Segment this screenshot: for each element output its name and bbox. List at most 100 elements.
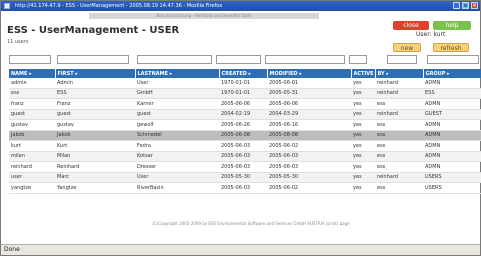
table-header-row: NAME ▸ FIRST ▸ LASTNAME ▸ CREATED ▸ MODI… — [9, 69, 481, 78]
table-cell: Marc — [55, 172, 135, 183]
minimize-icon[interactable]: _ — [453, 2, 460, 9]
filter-group[interactable] — [427, 55, 479, 64]
table-row[interactable]: guest guest guest 2004-02-19 2004-03-29 yes re… — [9, 109, 481, 120]
table-cell: reinhard — [375, 78, 423, 89]
col-modified-header[interactable]: MODIFIED ▸ — [267, 69, 352, 78]
filter-name[interactable] — [9, 55, 51, 64]
table-row[interactable]: franz Franz Karner 2005-06-06 2005-06-06 yes e… — [9, 98, 481, 110]
table-cell: 1970-01-01 — [219, 88, 267, 99]
table-cell[interactable]: gustav — [9, 119, 55, 131]
table-row[interactable]: jakob Jakob Schmedel 2005-06-08 2005-08-08 ye… — [9, 130, 481, 141]
filter-by[interactable] — [387, 55, 417, 64]
table-cell: yes — [351, 172, 375, 183]
table-row[interactable]: ess ESS GmbH 1970-01-01 2005-05-31 yes reinhar… — [9, 88, 481, 99]
table-row[interactable]: yangtze Yangtze RiverBasin 2005-06-03 2005-0… — [9, 182, 481, 194]
table-cell[interactable]: yangtze — [9, 182, 55, 194]
maximize-icon[interactable]: □ — [462, 2, 469, 9]
filter-first[interactable] — [57, 55, 129, 64]
table-body: admin Admin User 1970-01-01 2005-06-01 yes rei… — [9, 78, 481, 194]
table-cell: yes — [351, 119, 375, 131]
table-cell: 2005-06-01 — [267, 78, 351, 89]
table-cell: 2005-06-03 — [219, 182, 267, 194]
table-cell: Kurt — [55, 140, 135, 152]
table-cell: 2005-06-26 — [219, 119, 267, 131]
table-cell: ess — [375, 140, 423, 152]
refresh-button[interactable]: refresh — [433, 43, 469, 52]
col-lastname-header[interactable]: LASTNAME ▸ — [135, 69, 220, 78]
new-button[interactable]: new — [393, 43, 421, 52]
table-cell: ADMN — [423, 140, 481, 152]
table-row[interactable]: admin Admin User 1970-01-01 2005-06-01 yes rei… — [9, 78, 481, 89]
table-cell: GUEST — [423, 109, 481, 120]
table-cell[interactable]: kurt — [9, 140, 55, 152]
table-cell: RiverBasin — [135, 182, 219, 194]
table-cell[interactable]: franz — [9, 98, 55, 110]
table-cell: yes — [351, 130, 375, 141]
table-cell: Milan — [55, 151, 135, 162]
table-cell: ADMN — [423, 119, 481, 131]
filter-lastname[interactable] — [137, 55, 212, 64]
table-cell: ess — [375, 161, 423, 173]
col-name-header[interactable]: NAME ▸ — [9, 69, 56, 78]
copyright-footer: (C)Copyright 2005-2009 by ESS Environmen… — [152, 221, 350, 226]
table-cell: Karner — [135, 98, 219, 110]
table-cell: 2004-02-19 — [219, 109, 267, 120]
table-cell[interactable]: reinhard — [9, 161, 55, 173]
current-user: User: kurt — [416, 31, 446, 38]
filter-active[interactable] — [349, 55, 367, 64]
col-group-header[interactable]: GROUP ▸ — [423, 69, 481, 78]
table-row[interactable]: kurt Kurt Fedra 2005-06-03 2005-06-02 yes ess A… — [9, 140, 481, 152]
table-cell[interactable]: user — [9, 172, 55, 183]
page-title: ESS - UserManagement - USER — [7, 25, 180, 36]
status-bar: Done — [1, 244, 480, 255]
table-cell: 2005-06-03 — [219, 140, 267, 152]
filter-created[interactable] — [216, 55, 261, 64]
col-first-header[interactable]: FIRST ▸ — [55, 69, 136, 78]
table-cell: yes — [351, 98, 375, 110]
table-cell: 2005-05-30 — [219, 172, 267, 183]
table-row[interactable]: user Marc User 2005-05-30 2005-05-30 yes reinh… — [9, 172, 481, 183]
title-bar[interactable]: http://41.174.47.9 - ESS - UserManagemen… — [1, 1, 480, 11]
table-cell: Franz — [55, 98, 135, 110]
table-cell: ESS — [423, 88, 481, 99]
table-cell[interactable]: jakob — [9, 130, 55, 141]
table-row[interactable]: milan Milan Kotsar 2005-06-03 2005-06-03 yes e… — [9, 151, 481, 162]
table-cell: ess — [375, 98, 423, 110]
table-cell: 2005-06-03 — [267, 151, 351, 162]
close-window-icon[interactable]: × — [471, 2, 478, 9]
table-row[interactable]: reinhard Reinhard Dresser 2005-06-03 2005-06… — [9, 161, 481, 173]
table-cell: User — [135, 172, 219, 183]
table-row[interactable]: gustav gustav gewolf 2005-06-26 2005-06-16 ye… — [9, 119, 481, 131]
table-cell: reinhard — [375, 109, 423, 120]
close-button[interactable]: close — [393, 21, 429, 30]
table-cell: 2005-06-03 — [219, 151, 267, 162]
table-cell[interactable]: guest — [9, 109, 55, 120]
table-cell[interactable]: ess — [9, 88, 55, 99]
status-text: Done — [4, 246, 20, 253]
table-cell: yes — [351, 88, 375, 99]
user-count: 11 users — [7, 39, 29, 45]
table-cell: USERS — [423, 182, 481, 194]
user-table: NAME ▸ FIRST ▸ LASTNAME ▸ CREATED ▸ MODI… — [9, 69, 481, 194]
table-cell: yes — [351, 151, 375, 162]
table-cell: 2005-06-06 — [219, 98, 267, 110]
table-cell: 2005-06-06 — [267, 98, 351, 110]
table-cell: User — [135, 78, 219, 89]
help-button[interactable]: help — [433, 21, 471, 30]
table-cell: ADMN — [423, 130, 481, 141]
table-cell: yes — [351, 78, 375, 89]
table-cell: guest — [55, 109, 135, 120]
table-cell: yes — [351, 161, 375, 173]
table-cell: 2004-03-29 — [267, 109, 351, 120]
col-created-header[interactable]: CREATED ▸ — [219, 69, 268, 78]
table-cell: ADMN — [423, 151, 481, 162]
table-cell: Admin — [55, 78, 135, 89]
filter-modified[interactable] — [265, 55, 345, 64]
table-cell[interactable]: milan — [9, 151, 55, 162]
col-active-header[interactable]: ACTIVE ▸ — [351, 69, 376, 78]
table-cell: yes — [351, 140, 375, 152]
col-by-header[interactable]: BY ▸ — [375, 69, 424, 78]
table-cell[interactable]: admin — [9, 78, 55, 89]
table-cell: 2005-06-16 — [267, 119, 351, 131]
table-cell: reinhard — [375, 172, 423, 183]
